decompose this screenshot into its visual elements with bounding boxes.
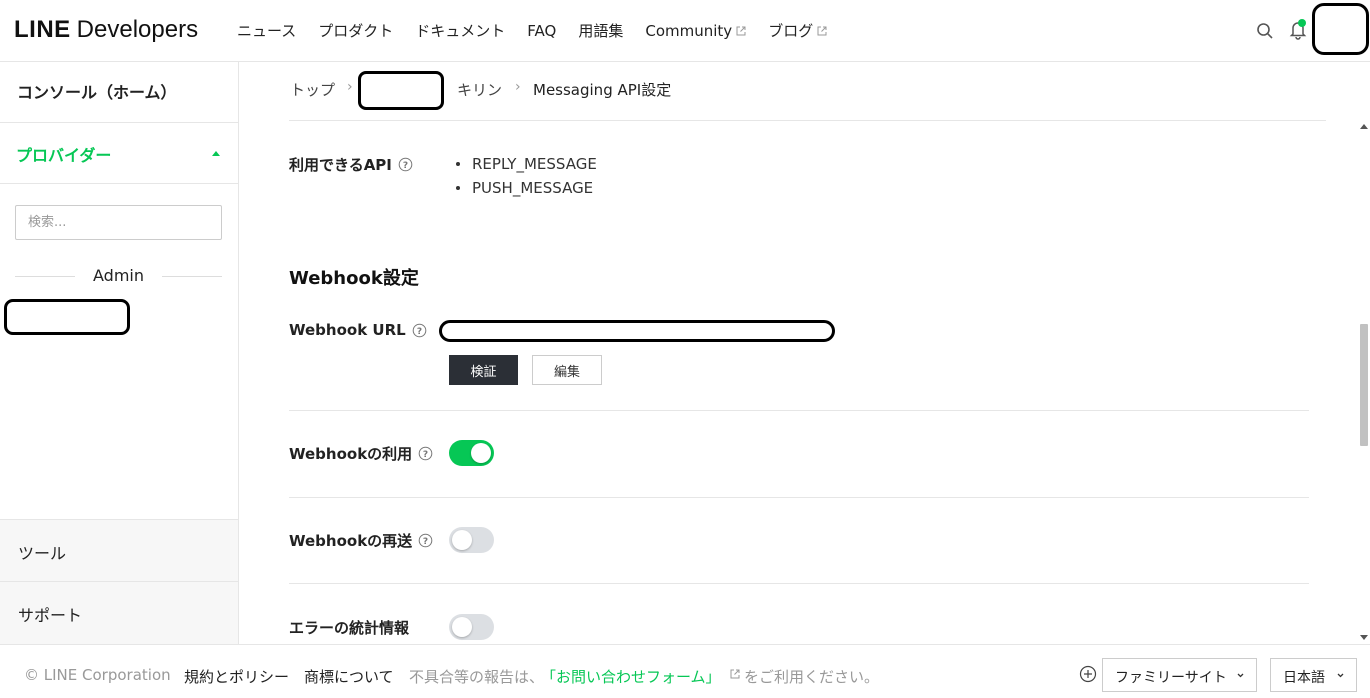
external-link-icon (730, 669, 740, 679)
available-api-label: 利用できるAPI ? (289, 154, 413, 175)
line-developers-logo[interactable]: LINE Developers (14, 16, 198, 44)
verify-button[interactable]: 検証 (449, 355, 518, 385)
nav-blog[interactable]: ブログ (768, 20, 827, 41)
nav-documents[interactable]: ドキュメント (415, 20, 505, 41)
row-divider (289, 583, 1309, 584)
api-item: REPLY_MESSAGE (454, 152, 597, 176)
breadcrumb-top[interactable]: トップ (290, 79, 335, 100)
sidebar-item-support[interactable]: サポート (0, 581, 238, 644)
main-content: トップ › キリン › Messaging API設定 利用できるAPI ? R… (240, 62, 1358, 644)
terms-link[interactable]: 規約とポリシー (184, 666, 289, 687)
main-scrollbar[interactable] (1358, 120, 1370, 644)
api-item: PUSH_MESSAGE (454, 176, 597, 200)
sidebar-home-label: コンソール（ホーム） (17, 83, 177, 102)
row-divider (289, 410, 1309, 411)
webhook-use-text: Webhookの利用 (289, 445, 413, 463)
provider-search-input[interactable] (15, 205, 222, 240)
row-divider (289, 497, 1309, 498)
chevron-right-icon: › (515, 79, 521, 95)
copyright-text: © LINE Corporation (24, 666, 171, 684)
language-value: 日本語 (1283, 670, 1325, 686)
toggle-knob (452, 617, 472, 637)
caret-up-icon (212, 151, 220, 156)
sidebar-provider-redacted[interactable] (4, 299, 130, 335)
family-site-select[interactable]: ファミリーサイト (1102, 658, 1257, 692)
top-navbar: LINE Developers ニュース プロダクト ドキュメント FAQ 用語集… (0, 0, 1370, 62)
error-stats-toggle[interactable] (449, 614, 494, 640)
trademark-link[interactable]: 商標について (304, 666, 394, 687)
svg-text:?: ? (417, 327, 422, 337)
language-select[interactable]: 日本語 (1270, 658, 1357, 692)
sidebar-provider-label: プロバイダー (16, 146, 112, 165)
webhook-use-label: Webhookの利用 ? (289, 443, 433, 464)
sidebar-item-provider[interactable]: プロバイダー (0, 123, 238, 184)
available-api-text: 利用できるAPI (289, 156, 392, 174)
sidebar-item-tools[interactable]: ツール (0, 519, 238, 581)
footer: © LINE Corporation 規約とポリシー 商標について 不具合等の報… (0, 644, 1370, 698)
nav-glossary[interactable]: 用語集 (578, 20, 623, 41)
avatar-redacted[interactable] (1312, 3, 1369, 55)
webhook-redelivery-text: Webhookの再送 (289, 532, 413, 550)
toggle-knob (452, 530, 472, 550)
scroll-thumb[interactable] (1360, 324, 1368, 446)
toggle-knob (471, 443, 491, 463)
help-icon[interactable]: ? (412, 323, 427, 338)
contact-form-link[interactable]: 「お問い合わせフォーム」 (541, 666, 721, 687)
webhook-redelivery-toggle[interactable] (449, 527, 494, 553)
scroll-down-arrow-icon[interactable] (1360, 635, 1368, 640)
breadcrumb-divider (289, 120, 1326, 121)
help-icon[interactable]: ? (398, 157, 413, 172)
family-site-icon (1079, 665, 1097, 683)
sidebar: コンソール（ホーム） プロバイダー Admin ツール サポート (0, 62, 239, 644)
help-icon[interactable]: ? (418, 533, 433, 548)
error-stats-label: エラーの統計情報 (289, 617, 409, 638)
notification-dot (1298, 19, 1306, 27)
breadcrumb-provider-redacted[interactable] (358, 71, 444, 110)
nav-faq[interactable]: FAQ (527, 20, 556, 41)
breadcrumb-channel[interactable]: キリン (457, 79, 502, 100)
scroll-up-arrow-icon[interactable] (1360, 124, 1368, 129)
nav-glossary-label: 用語集 (578, 22, 624, 40)
nav-products-label: プロダクト (318, 22, 394, 40)
webhook-section-title: Webhook設定 (289, 268, 419, 289)
logo-line: LINE (14, 16, 71, 43)
help-icon[interactable]: ? (418, 446, 433, 461)
svg-text:?: ? (403, 161, 408, 171)
divider-line (162, 276, 222, 277)
error-stats-text: エラーの統計情報 (289, 619, 410, 637)
main-nav: ニュース プロダクト ドキュメント FAQ 用語集 Community ブログ (237, 20, 827, 41)
external-link-icon (736, 26, 746, 35)
logo-developers: Developers (76, 16, 199, 43)
nav-products[interactable]: プロダクト (318, 20, 393, 41)
external-link-icon (817, 26, 827, 35)
edit-button[interactable]: 編集 (532, 355, 602, 385)
sidebar-support-label: サポート (18, 606, 83, 625)
nav-news-label: ニュース (237, 22, 297, 40)
webhook-redelivery-label: Webhookの再送 ? (289, 530, 433, 551)
sidebar-tools-label: ツール (18, 544, 67, 563)
chevron-right-icon: › (347, 79, 353, 95)
search-icon[interactable] (1256, 22, 1274, 40)
nav-faq-label: FAQ (527, 21, 557, 40)
report-prefix-text: 不具合等の報告は、 (409, 668, 545, 686)
nav-blog-label: ブログ (768, 22, 814, 40)
admin-group-divider: Admin (15, 266, 222, 286)
webhook-url-value-redacted (439, 320, 835, 342)
svg-text:?: ? (423, 450, 428, 460)
nav-community[interactable]: Community (645, 20, 746, 41)
chevron-down-icon (1337, 673, 1344, 678)
webhook-use-toggle[interactable] (449, 440, 494, 466)
available-api-list: REPLY_MESSAGE PUSH_MESSAGE (454, 152, 597, 200)
report-suffix-text: をご利用ください。 (744, 668, 880, 686)
nav-community-label: Community (645, 21, 733, 40)
chevron-down-icon (1237, 673, 1244, 678)
webhook-url-label: Webhook URL ? (289, 321, 427, 339)
family-site-value: ファミリーサイト (1115, 670, 1227, 686)
nav-news[interactable]: ニュース (237, 20, 296, 41)
breadcrumb-current: Messaging API設定 (533, 81, 672, 99)
nav-documents-label: ドキュメント (415, 22, 506, 40)
sidebar-item-console-home[interactable]: コンソール（ホーム） (0, 62, 238, 123)
webhook-url-text: Webhook URL (289, 321, 406, 339)
svg-text:?: ? (423, 537, 428, 547)
